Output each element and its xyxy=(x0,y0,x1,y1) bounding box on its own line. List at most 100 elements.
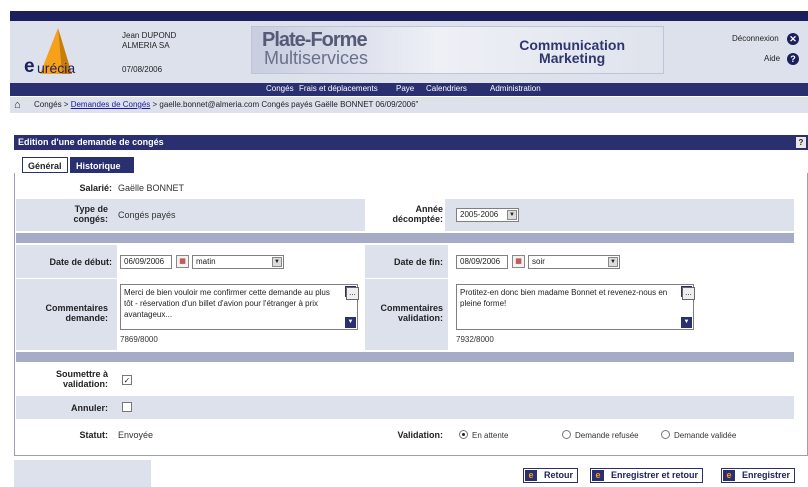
logout-link[interactable]: Déconnexion xyxy=(732,34,779,43)
soumettre-checkbox[interactable]: ✓ xyxy=(122,375,132,385)
comm-dem-label-line2: demande: xyxy=(65,313,108,323)
tab-general[interactable]: Général xyxy=(22,157,68,173)
banner-right-line2: Marketing xyxy=(539,50,606,66)
menu-item-conges[interactable]: Congés xyxy=(266,84,294,93)
help-link[interactable]: Aide xyxy=(764,54,780,63)
statut-value: Envoyée xyxy=(118,430,154,440)
annee-label-line2: décomptée: xyxy=(392,214,443,224)
expand-button[interactable]: ... xyxy=(346,287,359,300)
fin-period-select[interactable]: soir ▼ xyxy=(528,255,620,269)
soumettre-label-line1: Soumettre à xyxy=(55,369,108,379)
annee-select[interactable]: 2005-2006 ▼ xyxy=(456,208,519,222)
annee-label-line1: Année xyxy=(415,204,443,214)
home-icon[interactable]: ⌂ xyxy=(14,97,21,113)
menu-item-paye[interactable]: Paye xyxy=(396,84,414,93)
row-statut: Statut: Envoyée Validation: En attente D… xyxy=(16,421,794,449)
brand-initial: e xyxy=(24,56,35,77)
row-comments: Commentaires demande: Merci de bien voul… xyxy=(16,279,794,350)
fin-label: Date de fin: xyxy=(393,257,443,267)
calendar-icon[interactable]: ▦ xyxy=(176,255,189,268)
expand-button[interactable]: ... xyxy=(682,287,695,300)
debut-label: Date de début: xyxy=(49,257,112,267)
main-menu: Congés Frais et déplacements Paye Calend… xyxy=(10,83,808,96)
current-date: 07/08/2006 xyxy=(122,65,163,74)
save-and-return-button[interactable]: e Enregistrer et retour xyxy=(590,468,704,483)
user-info: Jean DUPOND ALMERIA SA 07/08/2006 xyxy=(122,31,176,75)
banner-subtitle: Multiservices xyxy=(264,48,369,68)
chevron-down-icon: ▼ xyxy=(507,210,517,220)
breadcrumb-root: Congés > xyxy=(34,100,71,109)
menu-item-administration[interactable]: Administration xyxy=(490,84,541,93)
breadcrumb-current: > gaelle.bonnet@almeria.com Congés payés… xyxy=(150,100,419,109)
eurecia-e-icon: e xyxy=(723,470,735,481)
row-type: Type de congés: Congés payés Année décom… xyxy=(16,199,794,231)
separator xyxy=(16,233,794,243)
comm-dem-textarea[interactable]: Merci de bien vouloir me confirmer cette… xyxy=(120,284,358,330)
company-name: ALMERIA SA xyxy=(122,41,170,50)
statut-label: Statut: xyxy=(79,430,109,440)
separator xyxy=(16,352,794,362)
save-button[interactable]: e Enregistrer xyxy=(721,468,796,483)
scroll-down-icon[interactable]: ▼ xyxy=(345,317,356,328)
comm-dem-label: Commentaires demande: xyxy=(16,303,108,323)
type-label-line1: Type de xyxy=(74,204,108,214)
comm-dem-label-line1: Commentaires xyxy=(45,303,108,313)
retour-button-label: Retour xyxy=(544,470,573,480)
annuler-label: Annuler: xyxy=(71,403,108,413)
radio-en-attente[interactable] xyxy=(459,430,468,439)
eurecia-logo: e urécia xyxy=(10,26,105,78)
validation-label: Validation: xyxy=(397,430,443,440)
brand-name: urécia xyxy=(37,60,76,76)
comm-dem-text: Merci de bien vouloir me confirmer cette… xyxy=(124,288,330,319)
row-annuler: Annuler: xyxy=(16,396,794,419)
annuler-checkbox[interactable] xyxy=(122,402,132,412)
banner-right-text: Communication Marketing xyxy=(519,38,625,66)
breadcrumb-link-demandes[interactable]: Demandes de Congés xyxy=(71,100,151,109)
close-icon[interactable]: ✕ xyxy=(787,33,799,45)
menu-item-frais[interactable]: Frais et déplacements xyxy=(299,84,378,93)
annee-label: Année décomptée: xyxy=(366,204,443,224)
radio-refusee[interactable] xyxy=(562,430,571,439)
row-dates: Date de début: 06/09/2006 ▦ matin ▼ Date… xyxy=(16,245,794,278)
save-button-label: Enregistrer xyxy=(742,470,791,480)
radio-validee-label: Demande validée xyxy=(674,431,737,440)
panel-title: Edition d'une demande de congés ? xyxy=(14,135,808,150)
radio-en-attente-label: En attente xyxy=(472,431,509,440)
breadcrumb: ⌂ Congés > Demandes de Congés > gaelle.b… xyxy=(10,97,808,113)
debut-period-select[interactable]: matin ▼ xyxy=(192,255,284,269)
retour-button[interactable]: e Retour xyxy=(523,468,578,483)
row-salarie: Salarié: Gaëlle BONNET xyxy=(16,178,794,198)
salarie-value: Gaëlle BONNET xyxy=(118,183,185,193)
footer-left-panel xyxy=(14,460,151,487)
comm-val-label: Commentaires validation: xyxy=(366,303,443,323)
fin-date-value: 08/09/2006 xyxy=(460,257,501,266)
calendar-icon[interactable]: ▦ xyxy=(512,255,525,268)
banner: Plate-Forme Multiservices Communication … xyxy=(251,26,664,74)
annee-select-value: 2005-2006 xyxy=(460,210,499,219)
radio-refusee-label: Demande refusée xyxy=(575,431,639,440)
eurecia-e-icon: e xyxy=(525,470,537,481)
chevron-down-icon: ▼ xyxy=(272,257,282,267)
type-label: Type de congés: xyxy=(16,204,108,224)
menu-item-calendriers[interactable]: Calendriers xyxy=(426,84,467,93)
fin-period-value: soir xyxy=(532,257,545,266)
debut-period-value: matin xyxy=(196,257,216,266)
comm-val-label-line1: Commentaires xyxy=(380,303,443,313)
tab-historique[interactable]: Historique xyxy=(70,157,134,173)
panel-help-icon[interactable]: ? xyxy=(796,137,806,148)
type-label-line2: congés: xyxy=(73,214,108,224)
user-name: Jean DUPOND xyxy=(122,31,177,40)
comm-val-text: Protitez-en donc bien madame Bonnet et r… xyxy=(460,288,668,308)
debut-date-input[interactable]: 06/09/2006 xyxy=(120,255,172,269)
chevron-down-icon: ▼ xyxy=(608,257,618,267)
row-soumettre: Soumettre à validation: ✓ xyxy=(16,363,794,395)
radio-validee[interactable] xyxy=(661,430,670,439)
eurecia-e-icon: e xyxy=(592,470,604,481)
comm-val-textarea[interactable]: Protitez-en donc bien madame Bonnet et r… xyxy=(456,284,694,330)
fin-date-input[interactable]: 08/09/2006 xyxy=(456,255,508,269)
comm-dem-count: 7869/8000 xyxy=(120,335,158,344)
scroll-down-icon[interactable]: ▼ xyxy=(681,317,692,328)
help-icon[interactable]: ? xyxy=(787,53,799,65)
soumettre-label: Soumettre à validation: xyxy=(16,369,108,389)
debut-date-value: 06/09/2006 xyxy=(124,257,165,266)
